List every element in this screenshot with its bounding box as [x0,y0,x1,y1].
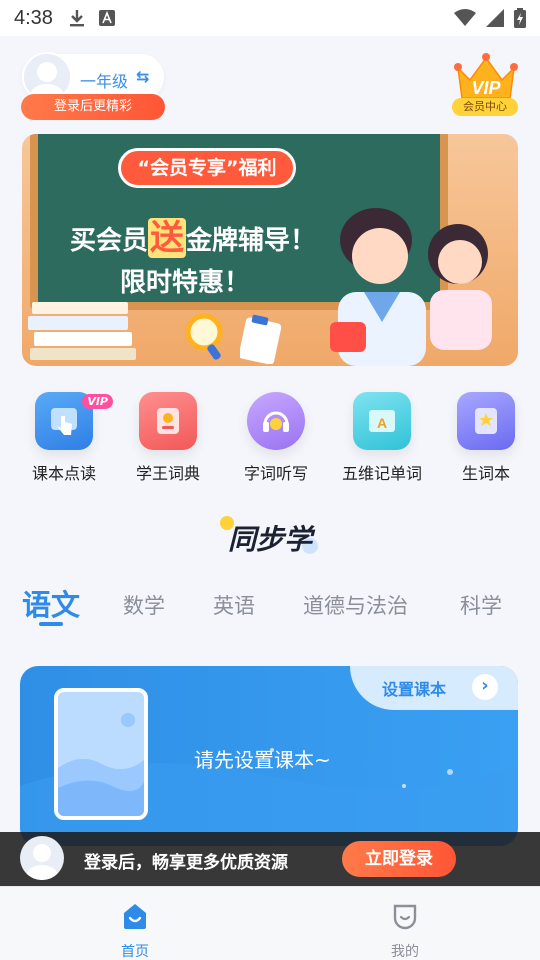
nav-home[interactable]: 首页 [75,887,195,960]
download-icon [69,10,84,27]
star-book-icon [457,392,515,450]
promo-banner[interactable]: “会员专享”福利 买会员送金牌辅导！ 限时特惠！ [22,134,518,366]
grade-selector[interactable]: 一年级 [80,68,128,92]
tab-math[interactable]: 数学 [123,590,165,620]
students-illustration [330,208,492,366]
books-illustration [28,302,136,360]
quick-entry-vocab-book[interactable]: 生词本 [436,392,536,484]
vip-center-button[interactable]: VIP 会员中心 [450,50,522,120]
headphones-pen-icon [247,392,305,450]
banner-subline: 限时特惠！ [120,268,251,298]
nav-profile[interactable]: 我的 [345,887,465,960]
battery-icon [514,8,526,28]
status-time: 4:38 [14,6,53,29]
banner-headline-highlight: 送 [148,218,187,258]
dictionary-icon [139,392,197,450]
banner-headline: 买会员送金牌辅导！ [70,210,316,259]
quick-entry-dictionary[interactable]: 学王词典 [118,392,218,484]
set-textbook-prompt: 请先设置课本~ [194,748,331,772]
tab-science[interactable]: 科学 [460,590,502,620]
login-prompt-button[interactable]: 登录后更精彩 [21,94,165,120]
vip-crown-icon: VIP [454,53,518,99]
section-title: 同步学 [227,523,312,556]
login-banner: 登录后，畅享更多优质资源 立即登录 [0,832,540,886]
vip-badge-text: VIP [471,78,501,98]
wifi-icon [454,9,476,26]
banner-headline-post: 金牌辅导！ [186,226,317,256]
set-textbook-link[interactable]: 设置课本 [382,676,446,700]
nav-profile-label: 我的 [391,944,419,960]
tab-morality-law[interactable]: 道德与法治 [303,590,408,620]
home-icon [124,904,146,929]
profile-face-icon [393,904,417,930]
subject-tabs: 语文 数学 英语 道德与法治 科学 [0,582,540,630]
svg-text:A: A [377,415,387,431]
bottom-nav: 首页 我的 [0,886,540,960]
signal-icon [486,9,504,27]
header: 一年级 ⇆ 登录后更精彩 VIP 会员中心 [0,36,540,158]
quick-entry-label: 课本点读 [31,464,96,483]
active-tab-indicator [39,622,63,626]
chevron-right-icon[interactable]: › [472,674,498,700]
tab-english[interactable]: 英语 [213,590,255,620]
login-banner-text: 登录后，畅享更多优质资源 [84,853,288,873]
status-bar: 4:38 [0,0,540,36]
quick-entry-label: 五维记单词 [341,464,422,483]
banner-headline-pre: 买会员 [70,226,149,256]
font-app-icon [98,10,115,26]
vip-badge: VIP [82,394,113,409]
system-icons [454,8,526,28]
banner-tag: “会员专享”福利 [118,148,296,188]
quick-entries: VIP 课本点读 学王词典 字词听写 A 五维记单词 生词本 [0,392,540,492]
vip-center-label: 会员中心 [452,98,518,116]
image-placeholder-icon [58,713,144,816]
finger-tap-icon: VIP [35,392,113,450]
tab-chinese[interactable]: 语文 [22,582,80,624]
textbook-placeholder[interactable] [54,688,148,820]
quick-entry-label: 学王词典 [135,464,200,483]
quick-entry-dictation[interactable]: 字词听写 [226,392,326,484]
avatar [20,836,64,880]
magnifier-illustration [185,313,223,360]
clipboard-illustration [240,314,282,364]
quick-entry-word-memory[interactable]: A 五维记单词 [332,392,432,484]
quick-entry-label: 字词听写 [243,464,308,483]
login-now-button[interactable]: 立即登录 [342,841,456,877]
textbook-card: 设置课本 › 请先设置课本~ [20,666,518,846]
word-book-icon: A [353,392,411,450]
quick-entry-textbook-reading[interactable]: VIP 课本点读 [14,392,114,484]
nav-home-label: 首页 [121,944,149,960]
swap-arrows-icon[interactable]: ⇆ [136,67,149,86]
default-avatar-icon [26,844,58,880]
notification-icons [69,9,115,27]
quick-entry-label: 生词本 [461,464,510,483]
